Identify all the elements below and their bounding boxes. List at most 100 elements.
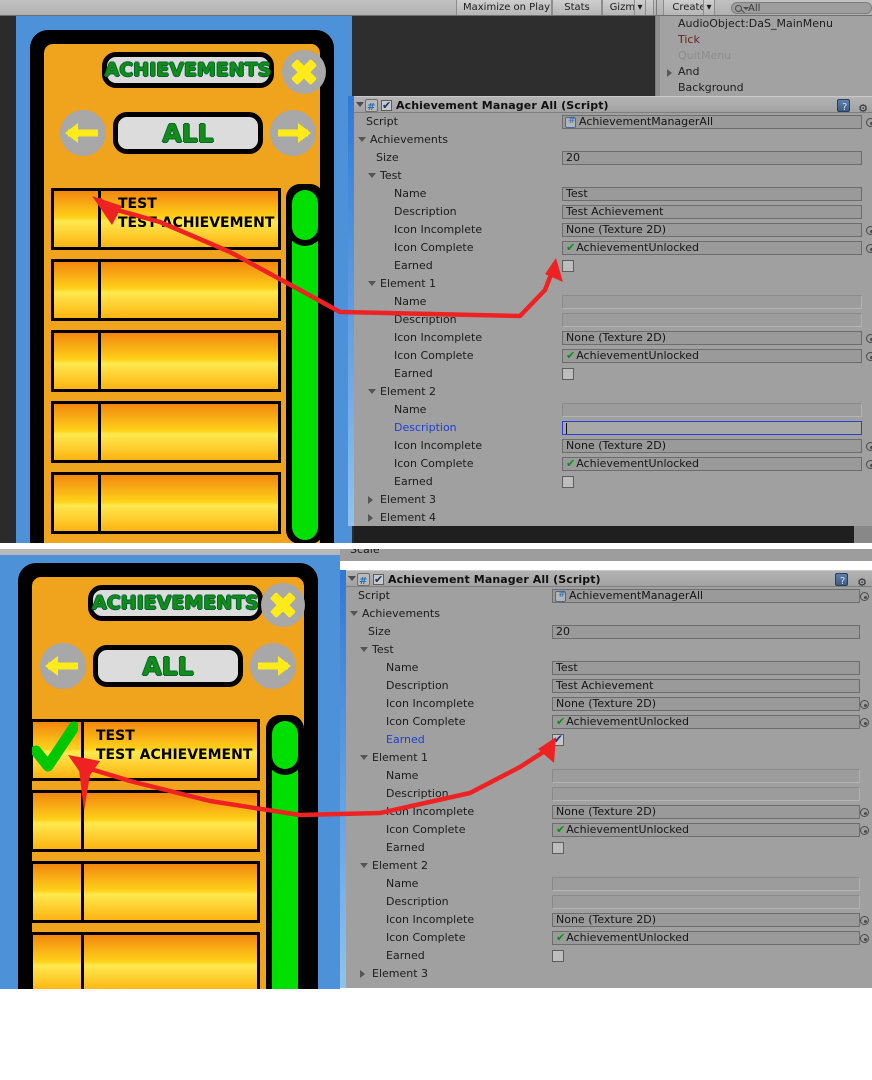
object-picker-icon[interactable] xyxy=(860,826,869,835)
inspector-row[interactable]: Name xyxy=(354,293,872,311)
checkbox-unchecked[interactable] xyxy=(552,950,564,962)
chevron-down-icon[interactable] xyxy=(360,647,368,652)
inspector-row[interactable]: Size 20 xyxy=(354,149,872,167)
text-input[interactable] xyxy=(562,403,862,417)
text-input[interactable]: 20 xyxy=(562,151,862,165)
object-field[interactable]: AchievementManagerAll xyxy=(552,589,860,603)
checkbox-checked[interactable] xyxy=(552,730,564,748)
object-picker-icon[interactable] xyxy=(860,916,869,925)
checkbox-unchecked[interactable] xyxy=(562,368,574,380)
chevron-down-icon[interactable] xyxy=(368,281,376,286)
inspector-row[interactable]: Element 3 xyxy=(354,491,872,509)
text-input[interactable]: Test xyxy=(552,661,860,675)
inspector-row[interactable]: Icon Complete ✔AchievementUnlocked xyxy=(354,347,872,365)
checkbox-unchecked[interactable] xyxy=(562,476,574,488)
object-picker-icon[interactable] xyxy=(866,226,872,235)
prev-filter-button[interactable] xyxy=(60,110,106,156)
inspector-row[interactable]: Earned xyxy=(346,947,872,965)
object-picker-icon[interactable] xyxy=(866,244,872,253)
inspector-row[interactable]: Earned xyxy=(346,730,872,749)
chevron-down-icon[interactable] xyxy=(368,173,376,178)
inspector-row[interactable]: Description xyxy=(354,419,872,437)
next-filter-button[interactable] xyxy=(270,110,316,156)
inspector-row[interactable]: Icon Incomplete None (Texture 2D) xyxy=(354,221,872,239)
inspector-row[interactable]: Name xyxy=(346,875,872,893)
text-input[interactable] xyxy=(562,421,862,435)
stats-button[interactable]: Stats xyxy=(552,0,602,15)
achievement-row[interactable] xyxy=(30,932,260,989)
achievement-row[interactable] xyxy=(51,330,281,392)
inspector-row[interactable]: Icon Complete ✔AchievementUnlocked xyxy=(346,821,872,839)
object-field[interactable]: None (Texture 2D) xyxy=(562,331,862,345)
inspector-row[interactable]: Element 1 xyxy=(354,275,872,293)
inspector-row[interactable]: Earned xyxy=(346,839,872,857)
foldout-icon[interactable] xyxy=(356,102,364,107)
inspector-row[interactable]: Description xyxy=(354,311,872,329)
inspector-row[interactable]: Description xyxy=(346,785,872,803)
object-picker-icon[interactable] xyxy=(860,700,869,709)
next-filter-button[interactable] xyxy=(250,643,296,689)
object-field[interactable]: None (Texture 2D) xyxy=(562,223,862,237)
hierarchy-search-input[interactable]: All xyxy=(731,2,872,14)
hierarchy-item-4[interactable]: Background xyxy=(656,80,872,96)
object-field[interactable]: ✔AchievementUnlocked xyxy=(552,823,860,837)
help-icon[interactable] xyxy=(837,99,850,116)
inspector-row[interactable]: Description Test Achievement xyxy=(346,677,872,695)
object-picker-icon[interactable] xyxy=(866,352,872,361)
checkbox-unchecked[interactable] xyxy=(552,842,564,854)
inspector-row[interactable]: Element 2 xyxy=(354,383,872,401)
chevron-down-icon[interactable] xyxy=(358,137,366,142)
inspector-row[interactable]: Element 4 xyxy=(354,509,872,527)
hierarchy-item-0[interactable]: AudioObject:DaS_MainMenu xyxy=(656,16,872,32)
object-field[interactable]: None (Texture 2D) xyxy=(552,697,860,711)
text-input[interactable] xyxy=(552,787,860,801)
inspector-row[interactable]: Earned xyxy=(354,473,872,491)
chevron-right-icon[interactable] xyxy=(360,970,365,978)
text-input[interactable]: 20 xyxy=(552,625,860,639)
inspector-row[interactable]: Script AchievementManagerAll xyxy=(346,587,872,605)
object-picker-icon[interactable] xyxy=(860,808,869,817)
object-field[interactable]: None (Texture 2D) xyxy=(552,805,860,819)
inspector-row[interactable]: Icon Complete ✔AchievementUnlocked xyxy=(346,929,872,947)
inspector-row[interactable]: Element 2 xyxy=(346,857,872,875)
object-field[interactable]: ✔AchievementUnlocked xyxy=(562,349,862,363)
inspector-row[interactable]: Size 20 xyxy=(346,623,872,641)
create-dropdown-icon[interactable]: ▾ xyxy=(703,0,715,15)
object-picker-icon[interactable] xyxy=(860,718,869,727)
inspector-row[interactable]: Name Test xyxy=(346,659,872,677)
chevron-down-icon[interactable] xyxy=(368,389,376,394)
chevron-right-icon[interactable] xyxy=(368,496,373,504)
filter-label[interactable]: ALL xyxy=(113,112,263,154)
inspector-row[interactable]: Name xyxy=(354,401,872,419)
inspector-row[interactable]: Script AchievementManagerAll xyxy=(354,113,872,131)
achievement-row[interactable] xyxy=(30,790,260,852)
achievement-row[interactable] xyxy=(51,259,281,321)
object-picker-icon[interactable] xyxy=(866,442,872,451)
close-button[interactable] xyxy=(261,583,305,627)
inspector-row[interactable]: Name Test xyxy=(354,185,872,203)
inspector-row[interactable]: Name xyxy=(346,767,872,785)
object-field[interactable]: ✔AchievementUnlocked xyxy=(552,715,860,729)
filter-label[interactable]: ALL xyxy=(93,645,243,687)
object-field[interactable]: AchievementManagerAll xyxy=(562,115,862,129)
close-button[interactable] xyxy=(282,50,326,94)
component-header[interactable]: # Achievement Manager All (Script) ⚙ xyxy=(346,570,872,590)
object-picker-icon[interactable] xyxy=(866,334,872,343)
help-icon[interactable] xyxy=(835,573,848,590)
inspector-row[interactable]: Earned xyxy=(354,257,872,275)
inspector-row[interactable]: Icon Incomplete None (Texture 2D) xyxy=(354,437,872,455)
text-input[interactable]: Test xyxy=(562,187,862,201)
inspector-row[interactable]: Achievements xyxy=(346,605,872,623)
object-picker-icon[interactable] xyxy=(860,934,869,943)
inspector-row[interactable]: Element 1 xyxy=(346,749,872,767)
chevron-down-icon[interactable] xyxy=(360,755,368,760)
achievement-row[interactable] xyxy=(51,472,281,534)
chevron-down-icon[interactable] xyxy=(360,863,368,868)
chevron-down-icon[interactable] xyxy=(350,611,358,616)
inspector-row[interactable]: Icon Complete ✔AchievementUnlocked xyxy=(354,239,872,257)
inspector-row[interactable]: Achievements xyxy=(354,131,872,149)
object-picker-icon[interactable] xyxy=(860,592,869,601)
achievement-row[interactable] xyxy=(30,861,260,923)
text-input[interactable] xyxy=(562,313,862,327)
hierarchy-item-2[interactable]: QuitMenu xyxy=(656,48,872,64)
